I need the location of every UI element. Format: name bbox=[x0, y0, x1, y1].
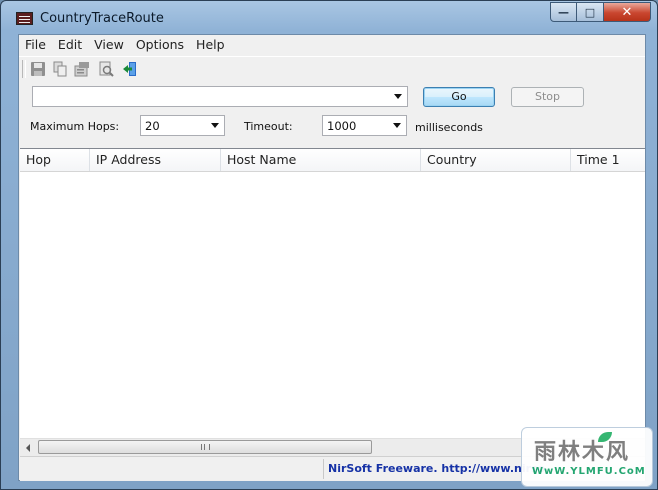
menu-file[interactable]: File bbox=[19, 35, 52, 55]
app-icon[interactable] bbox=[16, 12, 33, 25]
column-hop[interactable]: Hop bbox=[20, 149, 90, 171]
minimize-button[interactable]: — bbox=[550, 2, 577, 22]
timeout-label: Timeout: bbox=[244, 120, 293, 133]
max-hops-label: Maximum Hops: bbox=[30, 120, 120, 133]
timeout-combobox[interactable]: 1000 bbox=[322, 115, 407, 136]
menu-bar: File Edit View Options Help bbox=[19, 35, 645, 55]
exit-icon bbox=[123, 62, 136, 76]
window-title: CountryTraceRoute bbox=[40, 11, 164, 26]
title-bar[interactable]: CountryTraceRoute — □ ✕ bbox=[1, 1, 657, 33]
save-button[interactable] bbox=[29, 60, 47, 78]
results-list[interactable]: Hop IP Address Host Name Country Time 1 bbox=[20, 148, 645, 439]
find-button[interactable] bbox=[97, 60, 115, 78]
column-time-1[interactable]: Time 1 bbox=[571, 149, 645, 171]
column-ip-address[interactable]: IP Address bbox=[90, 149, 221, 171]
column-country[interactable]: Country bbox=[421, 149, 571, 171]
nirsoft-link[interactable]: NirSoft Freeware. http://www.nirso bbox=[328, 462, 545, 475]
find-icon bbox=[99, 61, 114, 77]
go-button[interactable]: Go bbox=[423, 87, 495, 107]
watermark-logo: 雨林木风 WwW.YLMFU.CoM bbox=[521, 427, 653, 487]
column-host-name[interactable]: Host Name bbox=[221, 149, 421, 171]
toolbar bbox=[19, 56, 645, 82]
save-icon bbox=[31, 62, 45, 76]
max-hops-value: 20 bbox=[145, 119, 160, 133]
chevron-down-icon[interactable] bbox=[211, 123, 219, 128]
stop-button[interactable]: Stop bbox=[511, 87, 584, 107]
properties-icon bbox=[74, 62, 89, 77]
toolbar-grip[interactable] bbox=[22, 60, 26, 78]
client-area: File Edit View Options Help Go Stop Maxi… bbox=[18, 34, 646, 481]
menu-help[interactable]: Help bbox=[190, 35, 231, 55]
menu-options[interactable]: Options bbox=[130, 35, 190, 55]
status-divider bbox=[323, 459, 324, 479]
watermark-url: WwW.YLMFU.CoM bbox=[532, 466, 646, 477]
chevron-down-icon[interactable] bbox=[394, 94, 402, 99]
copy-button[interactable] bbox=[51, 60, 69, 78]
column-header: Hop IP Address Host Name Country Time 1 bbox=[20, 149, 645, 172]
copy-icon bbox=[53, 61, 67, 77]
menu-edit[interactable]: Edit bbox=[52, 35, 88, 55]
exit-button[interactable] bbox=[121, 60, 139, 78]
close-button[interactable]: ✕ bbox=[604, 2, 651, 22]
maximize-button[interactable]: □ bbox=[577, 2, 604, 22]
watermark-text: 雨林木风 bbox=[534, 440, 631, 465]
timeout-unit-label: milliseconds bbox=[415, 121, 483, 134]
scrollbar-thumb[interactable] bbox=[38, 440, 372, 454]
scroll-left-icon[interactable] bbox=[26, 444, 30, 452]
menu-view[interactable]: View bbox=[88, 35, 130, 55]
properties-button[interactable] bbox=[73, 60, 91, 78]
timeout-value: 1000 bbox=[327, 119, 357, 133]
app-window: CountryTraceRoute — □ ✕ File Edit View O… bbox=[0, 0, 658, 490]
grip-icon bbox=[201, 444, 210, 450]
caption-buttons: — □ ✕ bbox=[550, 2, 651, 24]
chevron-down-icon[interactable] bbox=[393, 123, 401, 128]
address-combobox[interactable] bbox=[32, 86, 408, 107]
max-hops-combobox[interactable]: 20 bbox=[140, 115, 225, 136]
